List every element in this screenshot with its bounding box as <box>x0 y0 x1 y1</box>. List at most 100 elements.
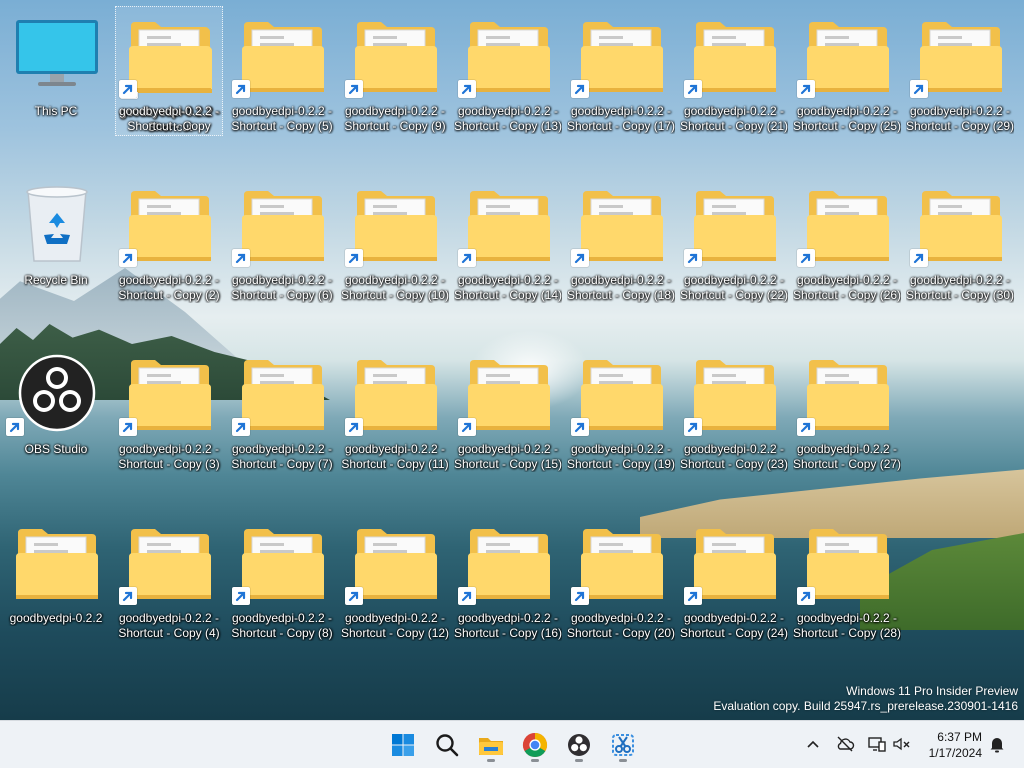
icon-label: goodbyedpi-0.2.2 - Shortcut - Copy (5) <box>228 104 336 134</box>
shortcut-arrow-icon <box>461 422 472 433</box>
shortcut-overlay <box>232 418 250 436</box>
desktop-icon-c14[interactable]: goodbyedpi-0.2.2 - Shortcut - Copy (14) <box>454 175 562 305</box>
snipping-tool-button[interactable] <box>605 727 641 763</box>
desktop[interactable]: This PC Recycle Bin OBS Studio goodbyedp… <box>0 0 1024 720</box>
desktop-icon-obs[interactable]: OBS Studio <box>2 344 110 474</box>
desktop-icon-c25[interactable]: goodbyedpi-0.2.2 - Shortcut - Copy (25) <box>793 6 901 136</box>
icon-image <box>918 16 1004 94</box>
desktop-icon-c2[interactable]: goodbyedpi-0.2.2 - Shortcut - Copy (2) <box>115 175 223 305</box>
desktop-icon-c19[interactable]: goodbyedpi-0.2.2 - Shortcut - Copy (19) <box>567 344 675 474</box>
icon-label-line2: Shortcut - Copy (22) <box>680 288 788 302</box>
taskbar: 6:37 PM 1/17/2024 <box>0 720 1024 768</box>
desktop-icon-c18[interactable]: goodbyedpi-0.2.2 - Shortcut - Copy (18) <box>567 175 675 305</box>
shortcut-overlay <box>684 418 702 436</box>
desktop-icon-c28[interactable]: goodbyedpi-0.2.2 - Shortcut - Copy (28) <box>793 513 901 643</box>
clock-button[interactable]: 6:37 PM 1/17/2024 <box>929 729 982 761</box>
folder-icon <box>479 738 503 755</box>
icon-image <box>353 354 439 432</box>
desktop-icon-c21[interactable]: goodbyedpi-0.2.2 - Shortcut - Copy (21) <box>680 6 788 136</box>
desktop-icon-c23[interactable]: goodbyedpi-0.2.2 - Shortcut - Copy (23) <box>680 344 788 474</box>
desktop-icon-c24[interactable]: goodbyedpi-0.2.2 - Shortcut - Copy (24) <box>680 513 788 643</box>
desktop-icon-c4[interactable]: goodbyedpi-0.2.2 - Shortcut - Copy (4) <box>115 513 223 643</box>
icon-label-line2: Shortcut - Copy (7) <box>231 457 333 471</box>
icon-label: goodbyedpi-0.2.2 - Shortcut - Copy (15) <box>454 442 562 472</box>
start-button[interactable] <box>385 727 421 763</box>
icon-image <box>805 354 891 432</box>
windows-watermark: Windows 11 Pro Insider Preview Evaluatio… <box>713 684 1018 714</box>
icon-label-line2: Shortcut - Copy (5) <box>231 119 333 133</box>
network-tray-button[interactable] <box>866 733 888 755</box>
desktop-icon-c13[interactable]: goodbyedpi-0.2.2 - Shortcut - Copy (13) <box>454 6 562 136</box>
shortcut-overlay <box>232 587 250 605</box>
folder-icon <box>16 529 98 599</box>
desktop-icon-c12[interactable]: goodbyedpi-0.2.2 - Shortcut - Copy (12) <box>341 513 449 643</box>
obs-button[interactable] <box>561 727 597 763</box>
desktop-icon-c16[interactable]: goodbyedpi-0.2.2 - Shortcut - Copy (16) <box>454 513 562 643</box>
shortcut-overlay <box>910 80 928 98</box>
file-explorer-button[interactable] <box>473 727 509 763</box>
desktop-icon-this-pc[interactable]: This PC <box>2 6 110 136</box>
desktop-icon-c17[interactable]: goodbyedpi-0.2.2 - Shortcut - Copy (17) <box>567 6 675 136</box>
shortcut-overlay <box>684 587 702 605</box>
desktop-icon-c27[interactable]: goodbyedpi-0.2.2 - Shortcut - Copy (27) <box>793 344 901 474</box>
shortcut-overlay <box>684 80 702 98</box>
desktop-icon-c5[interactable]: goodbyedpi-0.2.2 - Shortcut - Copy (5) <box>228 6 336 136</box>
notifications-button[interactable] <box>986 733 1008 755</box>
onedrive-tray-button[interactable] <box>834 733 856 755</box>
folder-icon <box>129 360 211 430</box>
desktop-icon-gbd[interactable]: goodbyedpi-0.2.2 <box>2 513 110 643</box>
desktop-icon-c1[interactable]: goodbyedpi-0.2.2 - Shortcut - Copy <box>115 6 223 136</box>
icon-image <box>127 185 213 263</box>
shortcut-arrow-icon <box>687 591 698 602</box>
folder-icon <box>355 360 437 430</box>
shortcut-arrow-icon <box>913 84 924 95</box>
desktop-icon-c8[interactable]: goodbyedpi-0.2.2 - Shortcut - Copy (8) <box>228 513 336 643</box>
icon-label-line2: Shortcut - Copy (23) <box>680 457 788 471</box>
desktop-icon-c30[interactable]: goodbyedpi-0.2.2 - Shortcut - Copy (30) <box>906 175 1014 305</box>
icon-image <box>353 185 439 263</box>
shortcut-overlay <box>119 418 137 436</box>
icon-label-line2: Shortcut - Copy (29) <box>906 119 1014 133</box>
shortcut-overlay <box>797 80 815 98</box>
icon-label: This PC <box>2 104 110 119</box>
running-indicator <box>531 759 539 762</box>
windows-logo-icon <box>392 734 414 756</box>
folder-icon <box>920 191 1002 261</box>
desktop-icon-c29[interactable]: goodbyedpi-0.2.2 - Shortcut - Copy (29) <box>906 6 1014 136</box>
desktop-icon-c26[interactable]: goodbyedpi-0.2.2 - Shortcut - Copy (26) <box>793 175 901 305</box>
icon-label-line2: Shortcut - Copy (13) <box>454 119 562 133</box>
desktop-icon-c3[interactable]: goodbyedpi-0.2.2 - Shortcut - Copy (3) <box>115 344 223 474</box>
shortcut-overlay <box>232 80 250 98</box>
chrome-button[interactable] <box>517 727 553 763</box>
desktop-icon-c6[interactable]: goodbyedpi-0.2.2 - Shortcut - Copy (6) <box>228 175 336 305</box>
icon-image <box>240 16 326 94</box>
desktop-icon-c20[interactable]: goodbyedpi-0.2.2 - Shortcut - Copy (20) <box>567 513 675 643</box>
chevron-up-icon <box>807 740 819 748</box>
folder-icon <box>694 22 776 92</box>
watermark-line1: Windows 11 Pro Insider Preview <box>846 684 1018 698</box>
icon-label-line2: Shortcut - Copy (26) <box>793 288 901 302</box>
desktop-icon-c10[interactable]: goodbyedpi-0.2.2 - Shortcut - Copy (10) <box>341 175 449 305</box>
shortcut-overlay <box>6 418 24 436</box>
icon-label-line1: goodbyedpi-0.2.2 - <box>457 611 559 625</box>
desktop-icon-recycle-bin[interactable]: Recycle Bin <box>2 175 110 305</box>
desktop-icon-c7[interactable]: goodbyedpi-0.2.2 - Shortcut - Copy (7) <box>228 344 336 474</box>
volume-tray-button[interactable] <box>890 733 912 755</box>
icon-label: goodbyedpi-0.2.2 - Shortcut - Copy (23) <box>680 442 788 472</box>
show-hidden-icons-button[interactable] <box>802 733 824 755</box>
shortcut-overlay <box>345 418 363 436</box>
search-button[interactable] <box>429 727 465 763</box>
desktop-icon-c9[interactable]: goodbyedpi-0.2.2 - Shortcut - Copy (9) <box>341 6 449 136</box>
running-indicator <box>487 759 495 762</box>
icon-label-line2: Shortcut - Copy (20) <box>567 626 675 640</box>
shortcut-overlay <box>910 249 928 267</box>
desktop-icon-c22[interactable]: goodbyedpi-0.2.2 - Shortcut - Copy (22) <box>680 175 788 305</box>
desktop-icon-c15[interactable]: goodbyedpi-0.2.2 - Shortcut - Copy (15) <box>454 344 562 474</box>
icon-label: goodbyedpi-0.2.2 - Shortcut - Copy (29) <box>906 104 1014 134</box>
shortcut-overlay <box>458 249 476 267</box>
desktop-icon-c11[interactable]: goodbyedpi-0.2.2 - Shortcut - Copy (11) <box>341 344 449 474</box>
folder-icon <box>920 22 1002 92</box>
shortcut-arrow-icon <box>574 591 585 602</box>
icon-image <box>466 523 552 601</box>
icon-label: goodbyedpi-0.2.2 - Shortcut - Copy (27) <box>793 442 901 472</box>
